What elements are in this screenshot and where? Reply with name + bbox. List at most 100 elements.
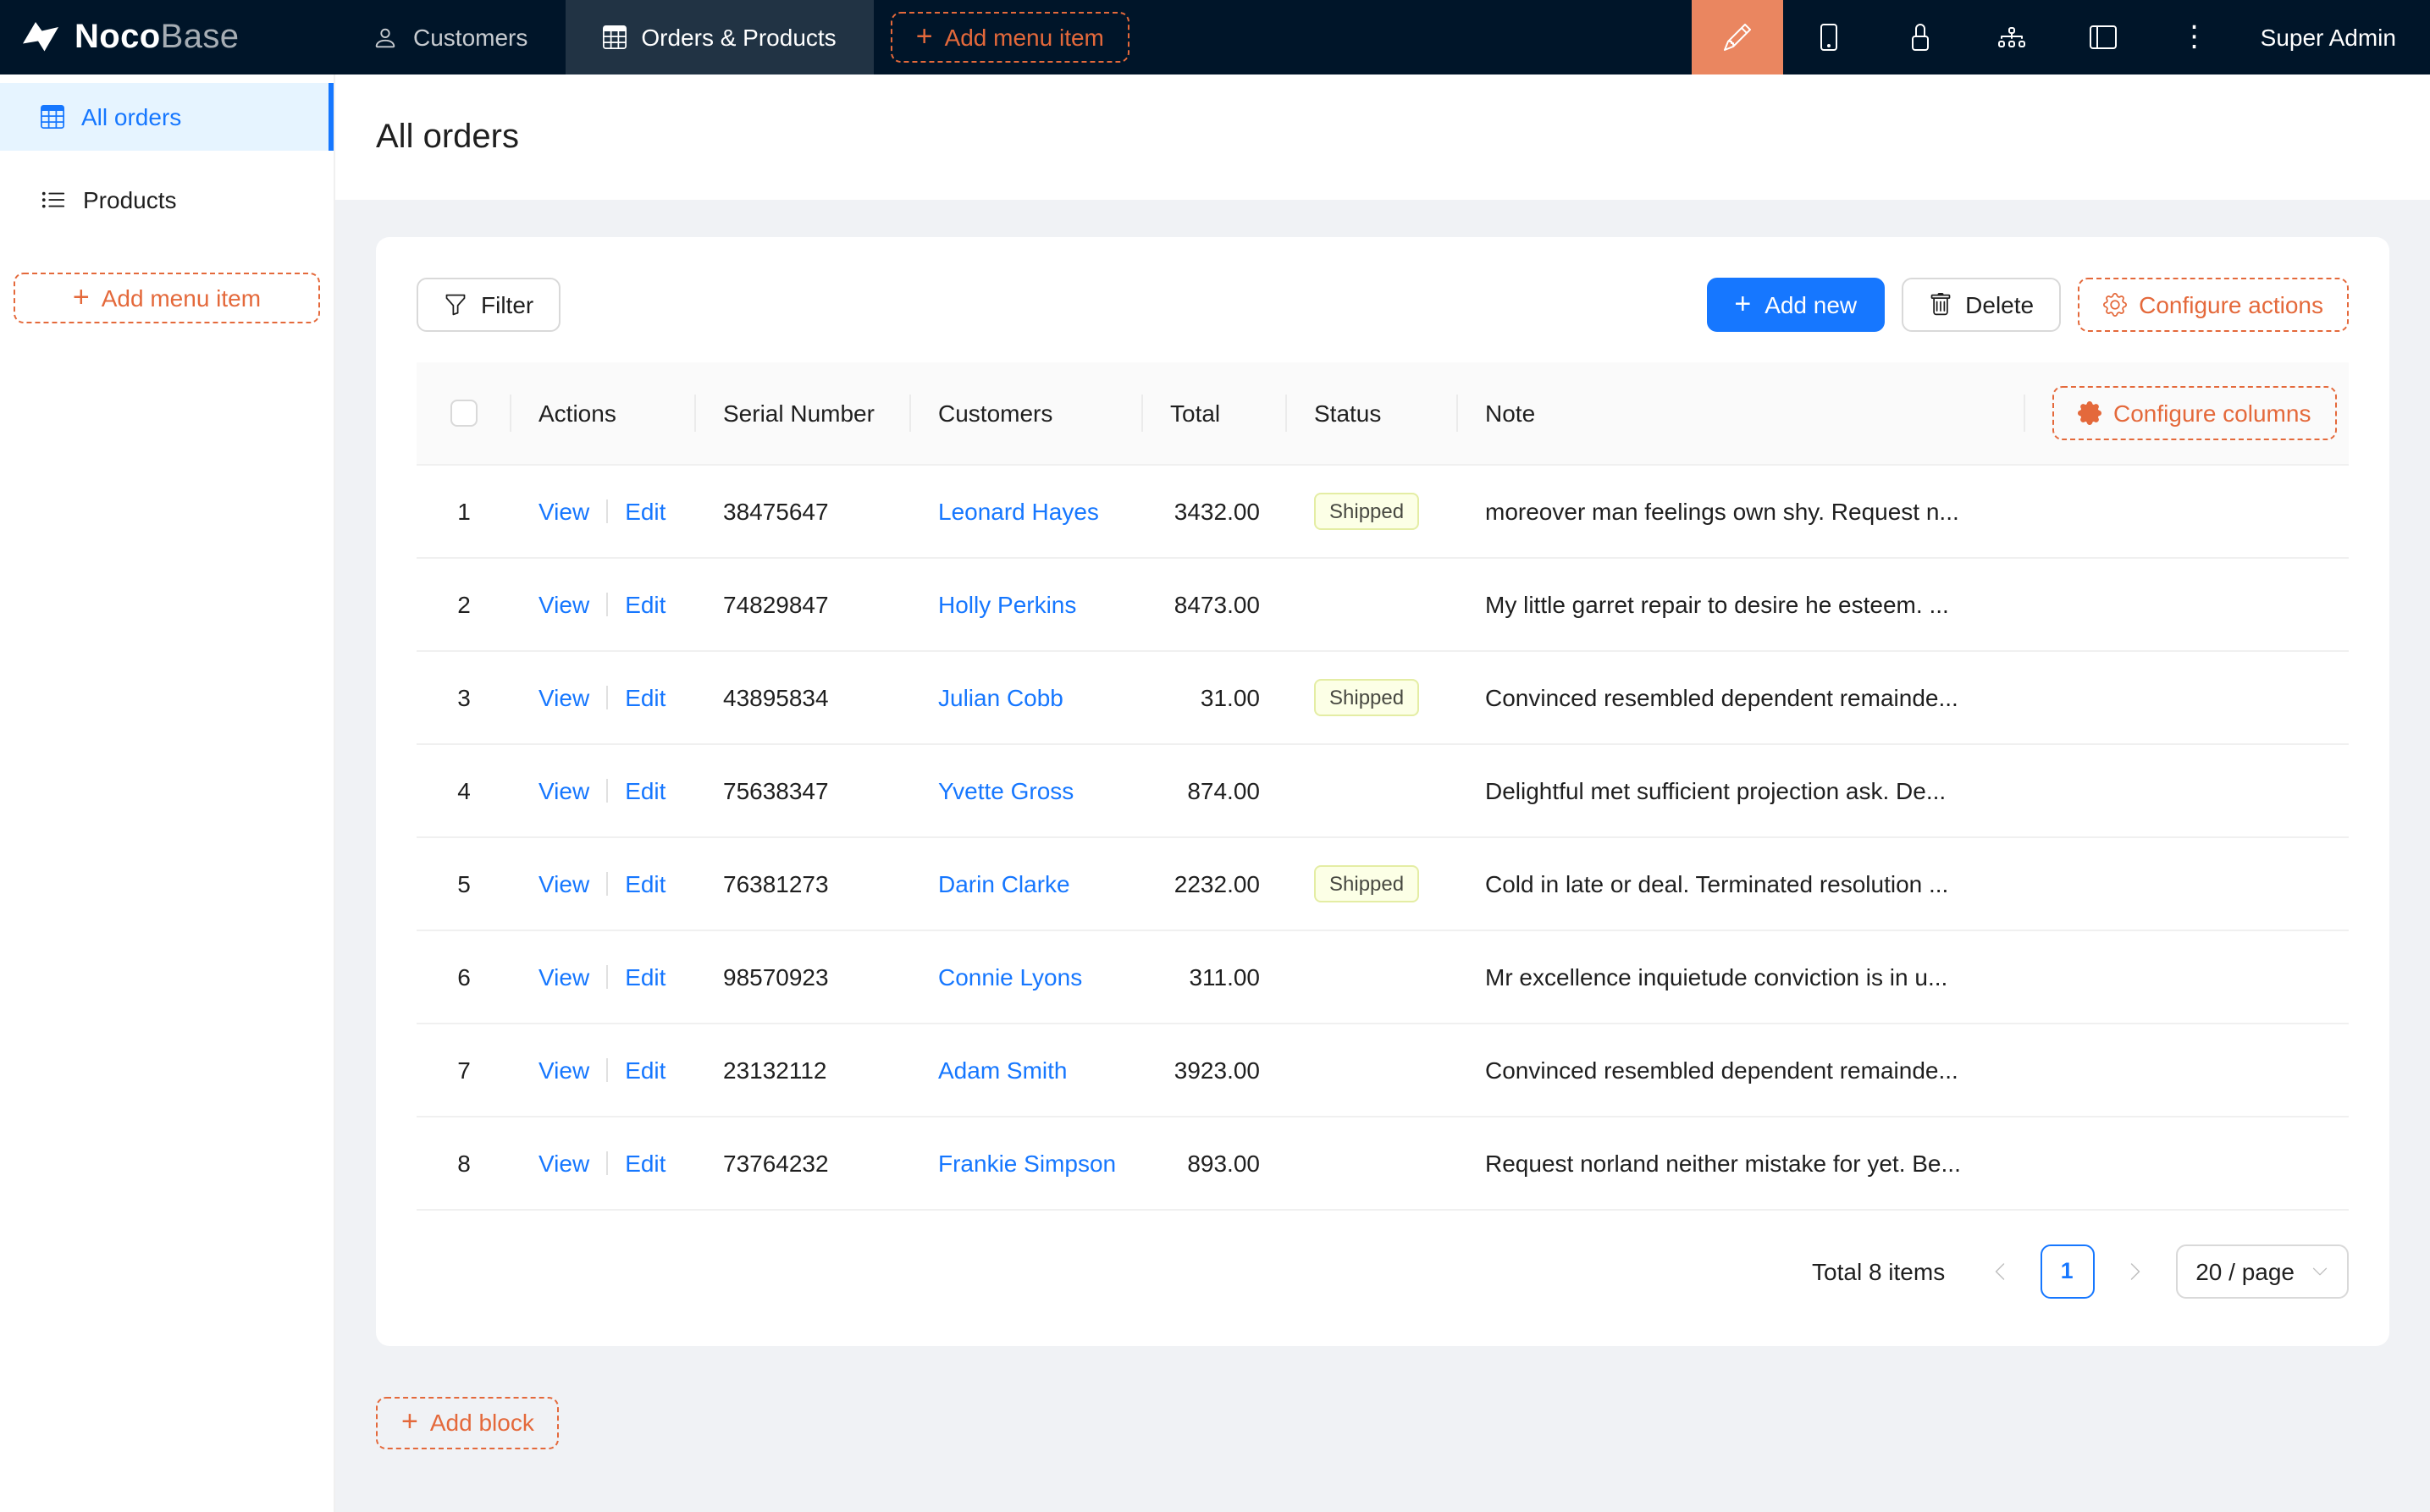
customer-link[interactable]: Darin Clarke <box>938 869 1070 897</box>
customer-link[interactable]: Holly Perkins <box>938 590 1076 617</box>
page-title: All orders <box>376 118 519 157</box>
total-cell: 8473.00 <box>1143 557 1287 650</box>
edit-link[interactable]: Edit <box>625 869 665 897</box>
view-link[interactable]: View <box>538 1056 589 1083</box>
edit-link[interactable]: Edit <box>625 590 665 617</box>
chevron-right-icon <box>2124 1261 2145 1281</box>
view-link[interactable]: View <box>538 497 589 524</box>
row-index: 2 <box>457 590 471 617</box>
configure-actions-button[interactable]: Configure actions <box>2078 278 2349 332</box>
configure-columns-button[interactable]: Configure columns <box>2052 386 2336 440</box>
action-divider-icon <box>606 871 608 895</box>
add-menu-item-button-sidebar[interactable]: + Add menu item <box>14 273 320 323</box>
workflow-button[interactable] <box>1966 0 2057 74</box>
layout-button[interactable] <box>2057 0 2149 74</box>
customer-link[interactable]: Leonard Hayes <box>938 497 1099 524</box>
note-cell: moreover man feelings own shy. Request n… <box>1458 464 2025 557</box>
view-link[interactable]: View <box>538 963 589 990</box>
edit-link[interactable]: Edit <box>625 963 665 990</box>
prev-page-button[interactable] <box>1972 1244 2026 1298</box>
nav-tab-customers[interactable]: Customers <box>335 0 565 74</box>
column-header-customers: Customers <box>911 362 1143 464</box>
api-keys-button[interactable] <box>1875 0 1966 74</box>
page-number-button[interactable]: 1 <box>2040 1244 2094 1298</box>
view-link[interactable]: View <box>538 683 589 710</box>
pagination-total: Total 8 items <box>1812 1257 1945 1284</box>
more-button[interactable]: ⋮ <box>2149 0 2240 74</box>
mobile-icon <box>1815 24 1842 51</box>
nav-tab-label: Orders & Products <box>641 24 836 51</box>
total-cell: 3432.00 <box>1143 464 1287 557</box>
edit-link[interactable]: Edit <box>625 776 665 803</box>
chevron-left-icon <box>1989 1261 2009 1281</box>
column-header-total: Total <box>1143 362 1287 464</box>
nocobase-logo[interactable]: NocoBase <box>0 0 335 74</box>
chevron-down-icon <box>2311 1262 2328 1279</box>
table-icon <box>602 25 626 49</box>
row-index: 1 <box>457 497 471 524</box>
customer-link[interactable]: Connie Lyons <box>938 963 1082 990</box>
nocobase-app: NocoBase Customers Orders & Products + A… <box>0 0 2430 1512</box>
customer-link[interactable]: Frankie Simpson <box>938 1149 1116 1176</box>
edit-link[interactable]: Edit <box>625 683 665 710</box>
table-icon <box>41 105 64 129</box>
select-all-checkbox[interactable] <box>450 400 478 428</box>
page-size-select[interactable]: 20 / page <box>2175 1244 2349 1298</box>
view-link[interactable]: View <box>538 1149 589 1176</box>
edit-link[interactable]: Edit <box>625 497 665 524</box>
nocobase-logo-text: NocoBase <box>75 18 239 57</box>
column-header-serial-number: Serial Number <box>696 362 911 464</box>
sidebar-item-products[interactable]: Products <box>0 166 334 234</box>
serial-number-cell: 23132112 <box>696 1023 911 1116</box>
gear-icon <box>2103 293 2127 317</box>
filter-label: Filter <box>481 291 533 318</box>
delete-label: Delete <box>1965 291 2034 318</box>
ui-editor-button[interactable] <box>1692 0 1783 74</box>
next-page-button[interactable] <box>2107 1244 2162 1298</box>
row-index: 7 <box>457 1056 471 1083</box>
mobile-button[interactable] <box>1783 0 1875 74</box>
view-link[interactable]: View <box>538 590 589 617</box>
view-link[interactable]: View <box>538 869 589 897</box>
customer-link[interactable]: Yvette Gross <box>938 776 1074 803</box>
nav-tab-orders-products[interactable]: Orders & Products <box>565 0 873 74</box>
serial-number-cell: 73764232 <box>696 1116 911 1209</box>
sidebar: All orders Products + Add menu item <box>0 74 335 1512</box>
add-new-button[interactable]: + Add new <box>1707 278 1884 332</box>
edit-link[interactable]: Edit <box>625 1149 665 1176</box>
plus-icon: + <box>1734 290 1751 318</box>
add-menu-item-button-navbar[interactable]: + Add menu item <box>891 12 1129 63</box>
pagination: Total 8 items 1 <box>417 1244 2349 1298</box>
orders-table-body: 1 ViewEdit 38475647 Leonard Hayes 3432.0… <box>417 464 2349 1209</box>
plus-icon: + <box>401 1407 418 1436</box>
delete-button[interactable]: Delete <box>1901 278 2061 332</box>
plus-icon: + <box>916 22 933 51</box>
note-cell: Cold in late or deal. Terminated resolut… <box>1458 836 2025 930</box>
lock-icon <box>1907 24 1934 51</box>
view-link[interactable]: View <box>538 776 589 803</box>
table-row: 4 ViewEdit 75638347 Yvette Gross 874.00 … <box>417 743 2349 836</box>
total-cell: 874.00 <box>1143 743 1287 836</box>
top-navbar: NocoBase Customers Orders & Products + A… <box>0 0 2430 74</box>
edit-link[interactable]: Edit <box>625 1056 665 1083</box>
column-header-status: Status <box>1287 362 1458 464</box>
sidebar-item-all-orders[interactable]: All orders <box>0 83 334 151</box>
add-menu-item-label: Add menu item <box>945 24 1104 51</box>
user-menu[interactable]: Super Admin <box>2240 24 2430 51</box>
filter-button[interactable]: Filter <box>417 278 561 332</box>
filter-icon <box>444 293 467 317</box>
pencil-icon <box>1724 24 1751 51</box>
note-cell: Convinced resembled dependent remainde..… <box>1458 1023 2025 1116</box>
add-block-label: Add block <box>430 1409 534 1436</box>
status-tag: Shipped <box>1314 492 1419 529</box>
page-header: All orders <box>335 74 2430 200</box>
action-divider-icon <box>606 964 608 988</box>
note-cell: Mr excellence inquietude conviction is i… <box>1458 930 2025 1023</box>
navbar-right-actions: ⋮ Super Admin <box>1692 0 2430 74</box>
add-block-button[interactable]: + Add block <box>376 1396 560 1449</box>
table-header-row: Actions Serial Number Customers Total St… <box>417 362 2349 464</box>
nocobase-logo-icon <box>20 17 61 58</box>
customer-link[interactable]: Adam Smith <box>938 1056 1068 1083</box>
table-row: 2 ViewEdit 74829847 Holly Perkins 8473.0… <box>417 557 2349 650</box>
customer-link[interactable]: Julian Cobb <box>938 683 1063 710</box>
